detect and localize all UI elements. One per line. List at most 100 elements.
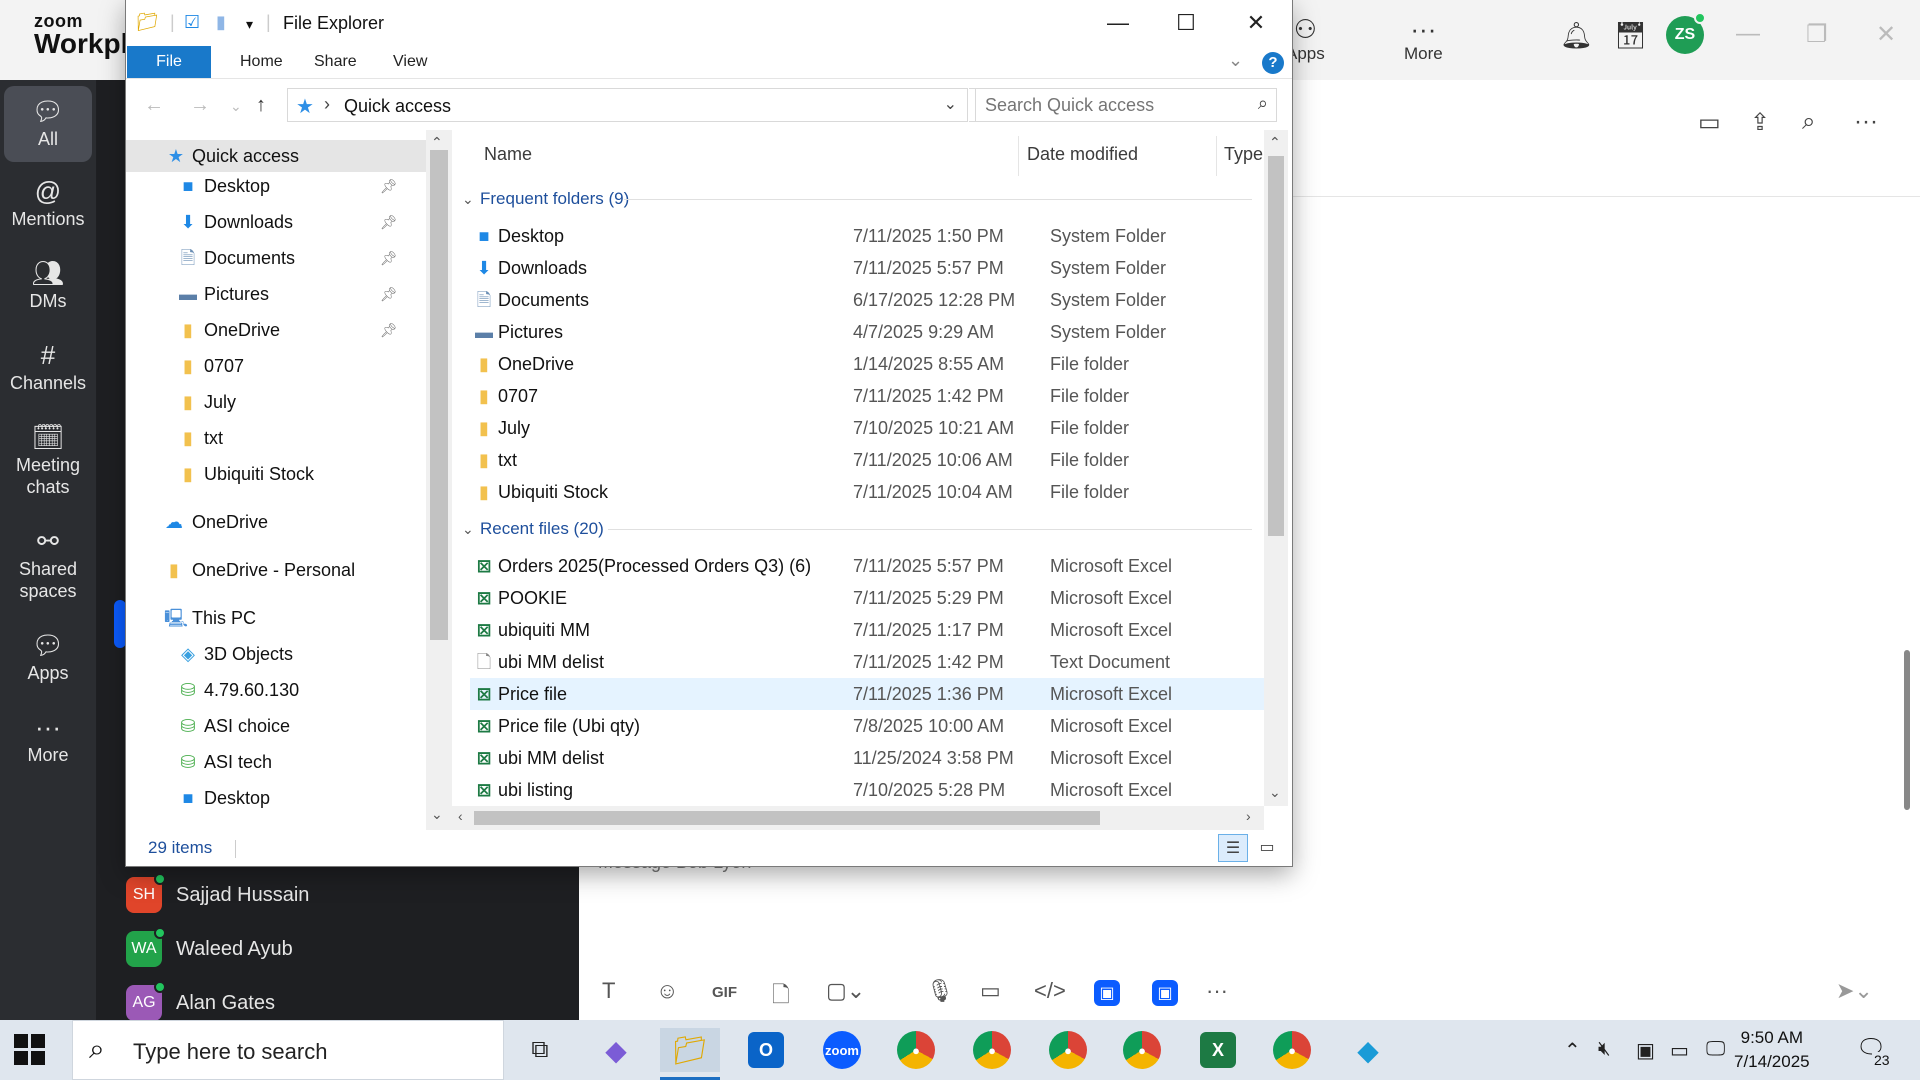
clock[interactable]: 9:50 AM 7/14/2025: [1734, 1026, 1810, 1074]
scroll-up-icon[interactable]: ⌃: [1269, 134, 1281, 151]
scroll-left-icon[interactable]: ‹: [458, 808, 463, 824]
column-separator[interactable]: [1216, 136, 1217, 176]
list-item[interactable]: ⊠ Price file (Ubi qty) 7/8/2025 10:00 AM…: [470, 710, 1271, 742]
scrollbar-thumb[interactable]: [430, 150, 448, 640]
list-item[interactable]: 🗋 ubi MM delist 7/11/2025 1:42 PM Text D…: [470, 646, 1271, 678]
microphone-icon[interactable]: 🎙︎: [926, 978, 954, 1004]
zoom-more-button[interactable]: ··· More: [1404, 14, 1443, 64]
pin-icon[interactable]: 📌︎: [380, 314, 398, 346]
chrome-icon[interactable]: ●: [1112, 1028, 1172, 1072]
app-icon-2[interactable]: ▣: [1152, 980, 1178, 1006]
zoom-restore-icon[interactable]: ❐: [1806, 20, 1828, 49]
nav-scrollbar[interactable]: ⌃ ⌄: [426, 130, 452, 830]
scroll-right-icon[interactable]: ›: [1246, 808, 1251, 824]
nav-dms[interactable]: 👥︎ DMs: [4, 256, 92, 312]
bell-icon[interactable]: 🔔︎: [1560, 20, 1593, 51]
expand-ribbon-icon[interactable]: ⌄: [1228, 50, 1243, 71]
nav-item-onedrive-folder[interactable]: ▮ OneDrive 📌︎: [126, 314, 426, 346]
copilot-icon[interactable]: ◆: [586, 1028, 646, 1072]
search-icon[interactable]: ⌕: [1802, 108, 1815, 136]
list-item[interactable]: ⊠ ubi listing 7/10/2025 5:28 PM Microsof…: [470, 774, 1271, 806]
calendar-icon[interactable]: 📅︎: [1614, 20, 1647, 51]
nav-item-documents[interactable]: 🗎 Documents 📌︎: [126, 242, 426, 274]
list-item[interactable]: ⊠ ubiquiti MM 7/11/2025 1:17 PM Microsof…: [470, 614, 1271, 646]
chrome-icon[interactable]: ●: [1262, 1028, 1322, 1072]
new-folder-icon[interactable]: ▮: [216, 12, 226, 33]
minimize-button[interactable]: —: [1088, 6, 1148, 42]
task-view-icon[interactable]: ⧉: [510, 1028, 570, 1072]
list-item[interactable]: ▮ Ubiquiti Stock 7/11/2025 10:04 AM File…: [470, 476, 1271, 508]
network-icon[interactable]: 🖵: [1706, 1038, 1725, 1061]
scrollbar-thumb[interactable]: [474, 811, 1100, 825]
nav-more[interactable]: ··· More: [4, 710, 92, 766]
nav-item-pictures[interactable]: ▬ Pictures 📌︎: [126, 278, 426, 310]
nav-item-network-drive[interactable]: ⛁ 4.79.60.130: [126, 674, 426, 706]
chevron-down-icon[interactable]: ⌄: [944, 94, 957, 114]
list-item-selected[interactable]: ⊠ Price file 7/11/2025 1:36 PM Microsoft…: [470, 678, 1271, 710]
nav-meeting-chats[interactable]: 🗓︎ Meeting chats: [4, 420, 92, 498]
group-header-frequent[interactable]: ⌄ Frequent folders (9): [452, 184, 1272, 214]
tab-file[interactable]: File: [127, 46, 211, 78]
more-dots-icon[interactable]: ···: [1854, 108, 1878, 136]
search-input[interactable]: [976, 89, 1246, 121]
nav-item-onedrive-personal[interactable]: ▮ OneDrive - Personal: [126, 554, 426, 586]
pin-icon[interactable]: 📌︎: [380, 242, 398, 274]
nav-all[interactable]: 💬︎ All: [4, 86, 92, 162]
chat-list-item[interactable]: SH Sajjad Hussain: [126, 873, 309, 915]
address-bar[interactable]: ★ › Quick access ⌄: [287, 88, 968, 122]
details-view-icon[interactable]: ☰: [1218, 834, 1248, 862]
meet-now-icon[interactable]: ▣: [1636, 1038, 1655, 1063]
chrome-icon[interactable]: ●: [962, 1028, 1022, 1072]
search-icon[interactable]: ⌕: [1258, 93, 1268, 114]
nav-apps[interactable]: 💬︎ Apps: [4, 628, 92, 684]
share-screen-icon[interactable]: ⇪: [1750, 108, 1770, 137]
recent-locations-icon[interactable]: ⌄: [230, 98, 242, 115]
back-icon[interactable]: ←: [144, 94, 164, 117]
send-icon[interactable]: ➤⌄: [1836, 978, 1873, 1004]
list-item[interactable]: ▬ Pictures 4/7/2025 9:29 AM System Folde…: [470, 316, 1271, 348]
chat-list-item[interactable]: AG Alan Gates: [126, 981, 275, 1023]
list-item[interactable]: 🗎 Documents 6/17/2025 12:28 PM System Fo…: [470, 284, 1271, 316]
scroll-down-icon[interactable]: ⌄: [431, 806, 443, 823]
zoom-minimize-icon[interactable]: —: [1736, 20, 1760, 48]
column-header-type[interactable]: Type: [1224, 144, 1263, 165]
video-icon[interactable]: ▭: [1698, 108, 1721, 137]
chevron-right-icon[interactable]: ›: [324, 94, 330, 115]
video-message-icon[interactable]: ▭: [980, 978, 1001, 1004]
list-item[interactable]: ▮ txt 7/11/2025 10:06 AM File folder: [470, 444, 1271, 476]
scrollbar-thumb[interactable]: [1268, 156, 1284, 536]
scrollbar[interactable]: [1904, 650, 1910, 810]
nav-item-july[interactable]: ▮ July: [126, 386, 426, 418]
nav-item-desktop[interactable]: ■ Desktop 📌︎: [126, 170, 426, 202]
nav-item-txt[interactable]: ▮ txt: [126, 422, 426, 454]
qat-dropdown-icon[interactable]: ▾: [246, 16, 253, 33]
nav-item-network-drive[interactable]: ⛁ ASI choice: [126, 710, 426, 742]
file-icon[interactable]: 🗋: [772, 978, 790, 1016]
horizontal-scrollbar[interactable]: ‹ ›: [452, 806, 1264, 830]
up-icon[interactable]: ↑: [256, 94, 266, 117]
nav-channels[interactable]: # Channels: [4, 338, 92, 394]
screenshot-icon[interactable]: ▢⌄: [826, 978, 865, 1004]
tab-share[interactable]: Share: [298, 46, 373, 78]
nav-item-0707[interactable]: ▮ 0707: [126, 350, 426, 382]
nav-item-desktop-pc[interactable]: ■ Desktop: [126, 782, 426, 814]
nav-mentions[interactable]: @ Mentions: [4, 174, 92, 230]
vertical-scrollbar[interactable]: ⌃ ⌄: [1264, 130, 1288, 806]
forward-icon[interactable]: →: [190, 94, 210, 117]
nav-item-quick-access[interactable]: ★ Quick access: [126, 140, 426, 172]
nav-item-network-drive[interactable]: ⛁ ASI tech: [126, 746, 426, 778]
zoom-icon[interactable]: zoom: [812, 1028, 872, 1072]
pin-icon[interactable]: 📌︎: [380, 170, 398, 202]
tab-view[interactable]: View: [377, 46, 443, 78]
list-item[interactable]: ⊠ ubi MM delist 11/25/2024 3:58 PM Micro…: [470, 742, 1271, 774]
close-button[interactable]: ✕: [1226, 6, 1286, 42]
list-item[interactable]: ■ Desktop 7/11/2025 1:50 PM System Folde…: [470, 220, 1271, 252]
outlook-icon[interactable]: O: [736, 1028, 796, 1072]
scroll-up-icon[interactable]: ⌃: [431, 134, 443, 151]
chevron-down-icon[interactable]: ⌄: [462, 184, 474, 214]
zoom-close-icon[interactable]: ✕: [1876, 20, 1896, 49]
chevron-down-icon[interactable]: ⌄: [462, 514, 474, 544]
pin-icon[interactable]: 📌︎: [380, 206, 398, 238]
list-item[interactable]: ⬇ Downloads 7/11/2025 5:57 PM System Fol…: [470, 252, 1271, 284]
column-header-name[interactable]: Name: [484, 144, 532, 165]
